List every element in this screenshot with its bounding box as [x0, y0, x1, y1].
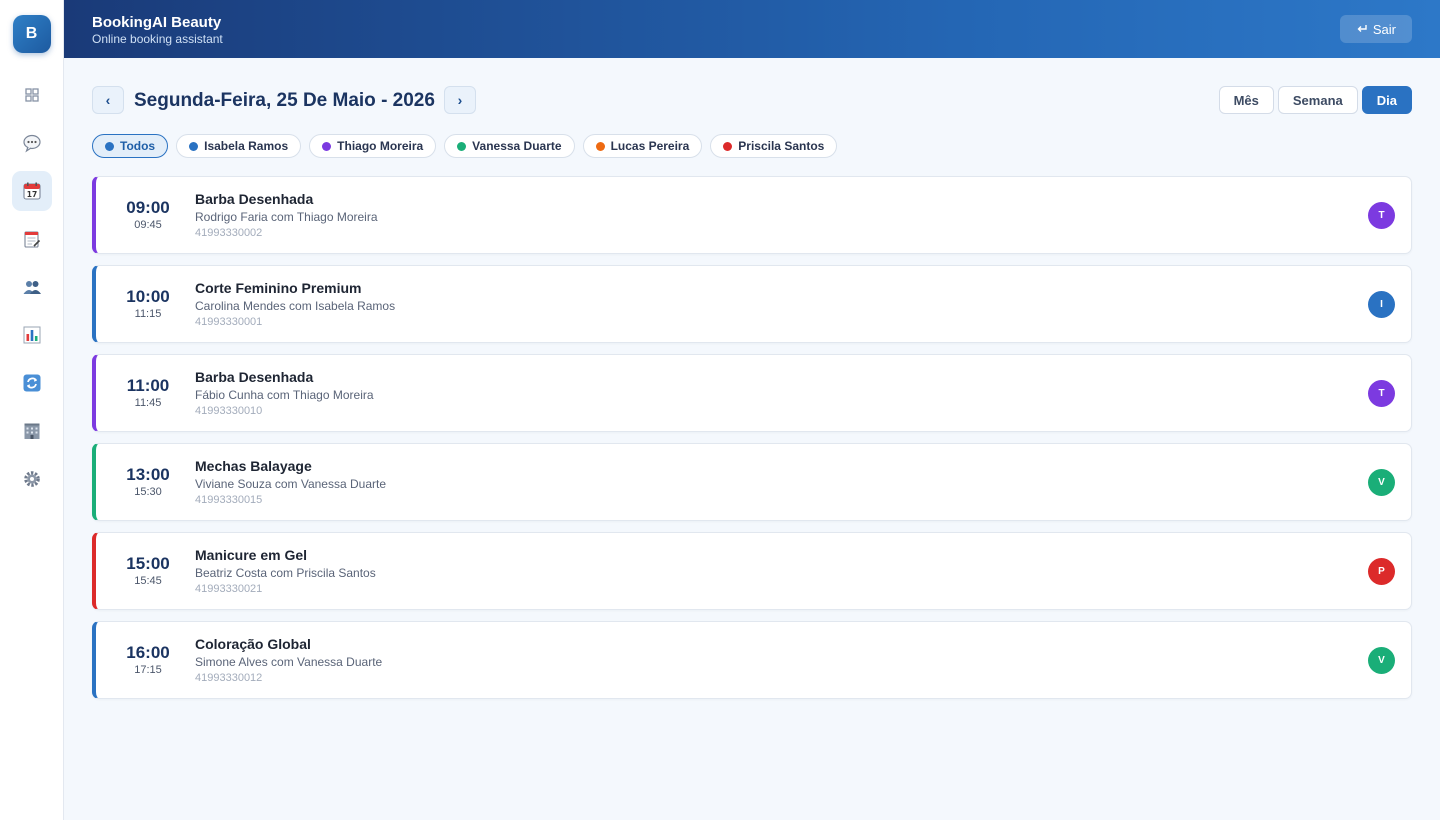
view-day-button[interactable]: Dia: [1361, 86, 1412, 114]
appointment-phone: 41993330002: [195, 227, 263, 239]
filter-label: Todos: [120, 139, 156, 153]
appointment-client: Rodrigo Faria com Thiago Moreira: [195, 210, 378, 224]
appointment-end-time: 11:45: [134, 397, 162, 409]
appointment-service: Manicure em Gel: [195, 547, 308, 563]
sidebar-item-reports[interactable]: [12, 315, 52, 355]
filter-chip[interactable]: Thiago Moreira: [309, 134, 437, 158]
logout-button[interactable]: Sair: [1339, 15, 1412, 43]
filter-color-dot: [723, 141, 733, 151]
sidebar-item-chat[interactable]: [12, 123, 52, 163]
appointment-client: Carolina Mendes com Isabela Ramos: [195, 299, 396, 313]
professional-avatar: I: [1368, 291, 1395, 318]
filter-chip[interactable]: Priscila Santos: [710, 134, 838, 158]
filter-color-dot: [457, 141, 467, 151]
appointment-client: Viviane Souza com Vanessa Duarte: [195, 477, 386, 491]
next-day-button[interactable]: ›: [444, 86, 476, 114]
filter-label: Thiago Moreira: [337, 139, 424, 153]
view-week-button[interactable]: Semana: [1277, 86, 1358, 114]
notepad-icon: [23, 231, 40, 248]
appointment-phone: 41993330001: [195, 316, 263, 328]
appointment-start-time: 13:00: [126, 465, 170, 484]
appointment-end-time: 15:45: [134, 575, 162, 587]
professional-avatar: P: [1368, 558, 1395, 585]
sidebar: B 17: [0, 0, 64, 820]
sidebar-item-business[interactable]: [12, 411, 52, 451]
appointment-start-time: 09:00: [126, 198, 170, 217]
appointment-phone: 41993330010: [195, 405, 263, 417]
appointment-card[interactable]: 15:00 15:45 Manicure em Gel Beatriz Costa c…: [92, 532, 1412, 610]
appointment-service: Barba Desenhada: [195, 369, 314, 385]
view-toggle: Mês Semana Dia: [1218, 86, 1412, 114]
building-icon: [24, 423, 39, 439]
appointment-service: Corte Feminino Premium: [195, 280, 362, 296]
appointment-service: Mechas Balayage: [195, 458, 312, 474]
appointment-card[interactable]: 10:00 11:15 Corte Feminino Premium Carolina…: [92, 265, 1412, 343]
appointment-start-time: 16:00: [126, 643, 170, 662]
filter-chip[interactable]: Lucas Pereira: [582, 134, 703, 158]
sidebar-item-sync[interactable]: [12, 363, 52, 403]
appointment-client: Beatriz Costa com Priscila Santos: [195, 566, 376, 580]
app-logo[interactable]: B: [12, 15, 51, 53]
logout-label: Sair: [1372, 21, 1396, 37]
sync-icon: [23, 374, 40, 392]
view-month-button[interactable]: Mês: [1218, 86, 1274, 114]
chat-bubble-icon: [22, 134, 41, 153]
appointment-card[interactable]: 09:00 09:45 Barba Desenhada Rodrigo Faria c…: [92, 176, 1412, 254]
appointment-card[interactable]: 16:00 17:15 Coloração Global Simone Alves c…: [92, 621, 1412, 699]
return-arrow-icon: [1357, 25, 1367, 32]
appointment-client: Simone Alves com Vanessa Duarte: [195, 655, 383, 669]
filter-chip[interactable]: Todos: [92, 134, 169, 158]
professional-avatar: T: [1368, 380, 1395, 407]
appointment-client: Fábio Cunha com Thiago Moreira: [195, 388, 374, 402]
filter-color-dot: [189, 141, 199, 151]
gear-icon: [23, 471, 40, 487]
professional-avatar: T: [1368, 202, 1395, 229]
appointment-card[interactable]: 13:00 15:30 Mechas Balayage Viviane Souza c…: [92, 443, 1412, 521]
appointment-card[interactable]: 11:00 11:45 Barba Desenhada Fábio Cunha com…: [92, 354, 1412, 432]
sidebar-item-calendar[interactable]: 17: [11, 171, 52, 211]
appointment-end-time: 17:15: [134, 664, 162, 676]
professional-avatar: V: [1368, 647, 1395, 674]
main-content: ‹ Segunda-Feira, 25 De Maio - 2026 › Mês…: [64, 58, 1440, 820]
appointment-phone: 41993330015: [195, 494, 263, 506]
filter-color-dot: [322, 141, 332, 151]
appointment-start-time: 11:00: [126, 376, 170, 395]
appointment-end-time: 09:45: [134, 219, 162, 231]
bar-chart-icon: [23, 326, 40, 344]
professional-avatar: V: [1368, 469, 1395, 496]
filter-color-dot: [595, 141, 605, 151]
users-icon: [23, 281, 41, 294]
filter-label: Lucas Pereira: [610, 139, 690, 153]
app-title: BookingAI Beauty: [92, 14, 222, 31]
sidebar-nav: 17: [11, 75, 52, 499]
prev-day-button[interactable]: ‹: [92, 86, 124, 114]
appointment-service: Coloração Global: [195, 636, 311, 652]
date-title: Segunda-Feira, 25 De Maio - 2026: [134, 90, 435, 111]
sidebar-item-notes[interactable]: [12, 219, 52, 259]
filter-chip[interactable]: Vanessa Duarte: [444, 134, 575, 158]
grid-icon: [24, 88, 39, 102]
top-header: BookingAI Beauty Online booking assistan…: [64, 0, 1440, 58]
filter-chip[interactable]: Isabela Ramos: [176, 134, 302, 158]
professional-filters: Todos Isabela Ramos Thiago Moreira Vanessa …: [92, 134, 838, 158]
appointment-end-time: 11:15: [134, 308, 162, 320]
filter-label: Isabela Ramos: [204, 139, 289, 153]
filter-color-dot: [105, 141, 114, 151]
sidebar-item-clients[interactable]: [12, 267, 52, 307]
sidebar-item-dashboard[interactable]: [12, 75, 52, 115]
filter-label: Priscila Santos: [738, 139, 825, 153]
appointment-start-time: 10:00: [126, 287, 170, 306]
app-subtitle: Online booking assistant: [92, 32, 223, 46]
appointment-start-time: 15:00: [126, 554, 170, 573]
appointment-phone: 41993330021: [195, 583, 263, 595]
appointment-end-time: 15:30: [134, 486, 162, 498]
appointment-phone: 41993330012: [195, 672, 263, 684]
svg-text:17: 17: [26, 190, 36, 199]
filter-label: Vanessa Duarte: [472, 139, 562, 153]
calendar-icon: 17: [22, 182, 41, 200]
sidebar-item-settings[interactable]: [12, 459, 52, 499]
appointment-service: Barba Desenhada: [195, 191, 314, 207]
